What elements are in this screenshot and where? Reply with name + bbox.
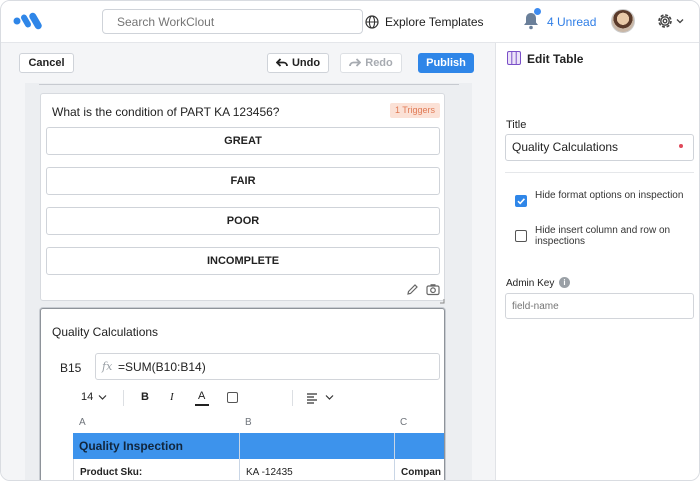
hide-format-options-checkbox[interactable] [515,195,527,207]
option-fair[interactable]: FAIR [46,167,440,195]
formula-text: =SUM(B10:B14) [118,360,206,374]
form-canvas: What is the condition of PART KA 123456?… [25,83,472,480]
explore-templates-label: Explore Templates [385,15,484,29]
panel-divider [505,172,694,173]
redo-label: Redo [365,57,393,69]
option-great[interactable]: GREAT [46,127,440,155]
table-title: Quality Calculations [52,325,159,339]
question-text: What is the condition of PART KA 123456? [52,105,280,119]
info-icon[interactable]: i [559,277,570,288]
publish-button[interactable]: Publish [418,53,474,73]
chevron-down-icon[interactable] [676,17,684,25]
align-left-icon[interactable] [306,392,318,404]
workclout-logo-icon[interactable] [13,10,47,32]
column-header-c: C [400,417,408,428]
form-editor: Cancel Undo Redo Publish What is the con… [1,43,496,480]
resize-handle-icon[interactable] [439,298,445,304]
font-size-select[interactable]: 14 [81,391,93,403]
table-cell[interactable]: Product Sku: [80,467,142,478]
search-input[interactable] [102,9,363,34]
column-divider [239,433,240,480]
italic-button[interactable]: I [170,391,174,403]
text-color-button[interactable]: A [195,390,209,406]
table-cell[interactable]: KA -12435 [246,467,293,478]
column-divider [394,433,395,480]
globe-icon [365,15,379,29]
table-cell[interactable]: Compan [401,467,441,478]
unread-count-link[interactable]: 4 Unread [547,15,596,29]
chevron-down-icon[interactable] [325,394,334,401]
hide-insert-column-row-label[interactable]: Hide insert column and row on inspection… [535,225,685,247]
explore-templates-link[interactable]: Explore Templates [365,13,484,31]
table-icon [507,51,521,65]
toolbar-divider [292,390,293,406]
hide-insert-column-row-checkbox[interactable] [515,230,527,242]
cell-fill-icon[interactable] [227,392,238,403]
triggers-badge[interactable]: 1 Triggers [389,103,440,118]
question-block[interactable]: What is the condition of PART KA 123456?… [40,93,445,304]
required-indicator [679,144,683,148]
toolbar-divider [123,390,124,406]
table-row[interactable]: Product Sku: KA -12435 Compan [73,459,444,480]
cell-reference: B15 [60,361,82,375]
redo-button[interactable]: Redo [340,53,402,73]
admin-key-label: Admin Key [506,278,555,289]
app-window: Explore Templates 4 Unread Cancel Undo [0,0,700,481]
pencil-icon[interactable] [406,283,419,296]
column-header-a: A [79,417,86,428]
camera-icon[interactable] [426,283,440,296]
fx-icon: fx [102,360,113,373]
cancel-button[interactable]: Cancel [19,53,74,73]
table-row[interactable]: Quality Inspection [73,433,444,459]
format-toolbar: 14 B I A [81,389,441,407]
checkmark-icon [517,198,525,205]
undo-button[interactable]: Undo [267,53,329,73]
undo-label: Undo [291,57,321,69]
chevron-down-icon[interactable] [98,394,107,401]
table-block[interactable]: Quality Calculations B15 fx =SUM(B10:B14… [40,308,445,480]
text-color-bar [195,404,209,406]
table-grid: Quality Inspection Product Sku: KA -1243… [73,433,444,480]
panel-title: Edit Table [527,52,584,66]
title-field[interactable]: Quality Calculations [505,134,694,161]
top-bar: Explore Templates 4 Unread [1,1,699,43]
gear-icon[interactable] [656,12,674,30]
edit-table-panel: Edit Table Title Quality Calculations Hi… [496,43,699,480]
title-field-label: Title [506,119,527,131]
table-cell[interactable]: Quality Inspection [79,439,183,453]
editor-toolbar: Cancel Undo Redo Publish [1,43,496,83]
text-color-letter: A [198,390,206,402]
bold-button[interactable]: B [141,391,149,403]
redo-arrow-icon [349,58,362,67]
admin-key-input[interactable] [505,293,694,319]
option-incomplete[interactable]: INCOMPLETE [46,247,440,275]
notification-dot [534,8,541,15]
undo-arrow-icon [275,58,288,67]
formula-input[interactable]: fx =SUM(B10:B14) [95,353,440,380]
avatar[interactable] [611,9,635,33]
column-header-b: B [245,417,252,428]
previous-block-edge [39,83,459,85]
hide-format-options-label[interactable]: Hide format options on inspection [535,190,685,201]
option-poor[interactable]: POOR [46,207,440,235]
